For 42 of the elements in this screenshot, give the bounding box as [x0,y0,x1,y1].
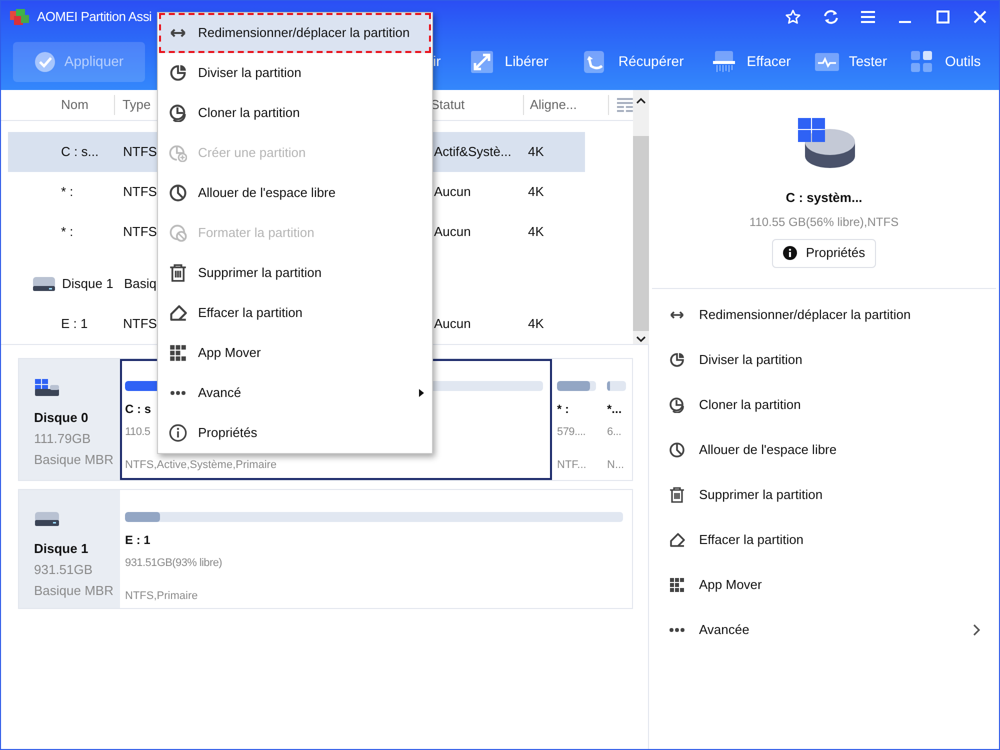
column-header: Nom [61,97,88,112]
disk-size: 111.79GB [34,431,92,447]
table-cell: NTFS [123,144,157,160]
partition-size: 6... [607,426,622,438]
disk-name: Disque 0 [34,410,90,426]
partition-detail: NTFS,Primaire [125,590,198,602]
table-cell: Actif&Systè... [434,144,512,160]
partition-detail: NTF... [557,459,586,471]
table-cell-text: Disque 1 [62,275,114,294]
table-cell: Aucun [434,224,471,240]
table-cell-text: E : 1 [61,315,89,334]
disk-style: Basique MBR [34,583,114,599]
table-cell: Basiq [124,276,157,292]
partition-size: 579.... [557,426,586,438]
partition-info: 110.55 GB(56% libre),NTFS [749,214,899,230]
table-cell: NTFS [123,224,157,240]
partition-name: E : 1 [125,533,150,547]
table-cell-text: 4K [528,143,545,162]
disk-name: Disque 1 [34,541,90,557]
partition-name: C : s [125,402,152,416]
partition-title: C : systèm... [786,189,862,207]
disk-style: Basique MBR [34,452,114,468]
disk-size: 931.51GB [34,562,94,578]
window-title: AOMEI Partition Assi [37,8,152,26]
table-cell-text: * : [61,183,74,202]
partition-detail: N... [607,459,624,471]
table-cell: NTFS [123,316,157,332]
table-cell-text: 4K [528,183,545,202]
partition-name: *... [607,402,622,416]
table-cell: Aucun [434,184,471,200]
table-cell: NTFS [123,184,157,200]
column-header: Aligne... [530,95,610,115]
partition-detail: NTFS,Active,Système,Primaire [125,459,277,471]
table-cell-text: * : [61,223,74,242]
partition-name: * : [557,402,569,416]
partition-size: 110.5 [125,426,150,438]
partition-size: 931.51GB(93% libre) [125,557,222,569]
table-cell-text: 4K [528,315,545,334]
column-header: Type [122,97,151,112]
table-cell: Aucun [434,316,471,332]
table-cell-text: C : s... [61,143,100,162]
table-cell-text: 4K [528,223,545,242]
